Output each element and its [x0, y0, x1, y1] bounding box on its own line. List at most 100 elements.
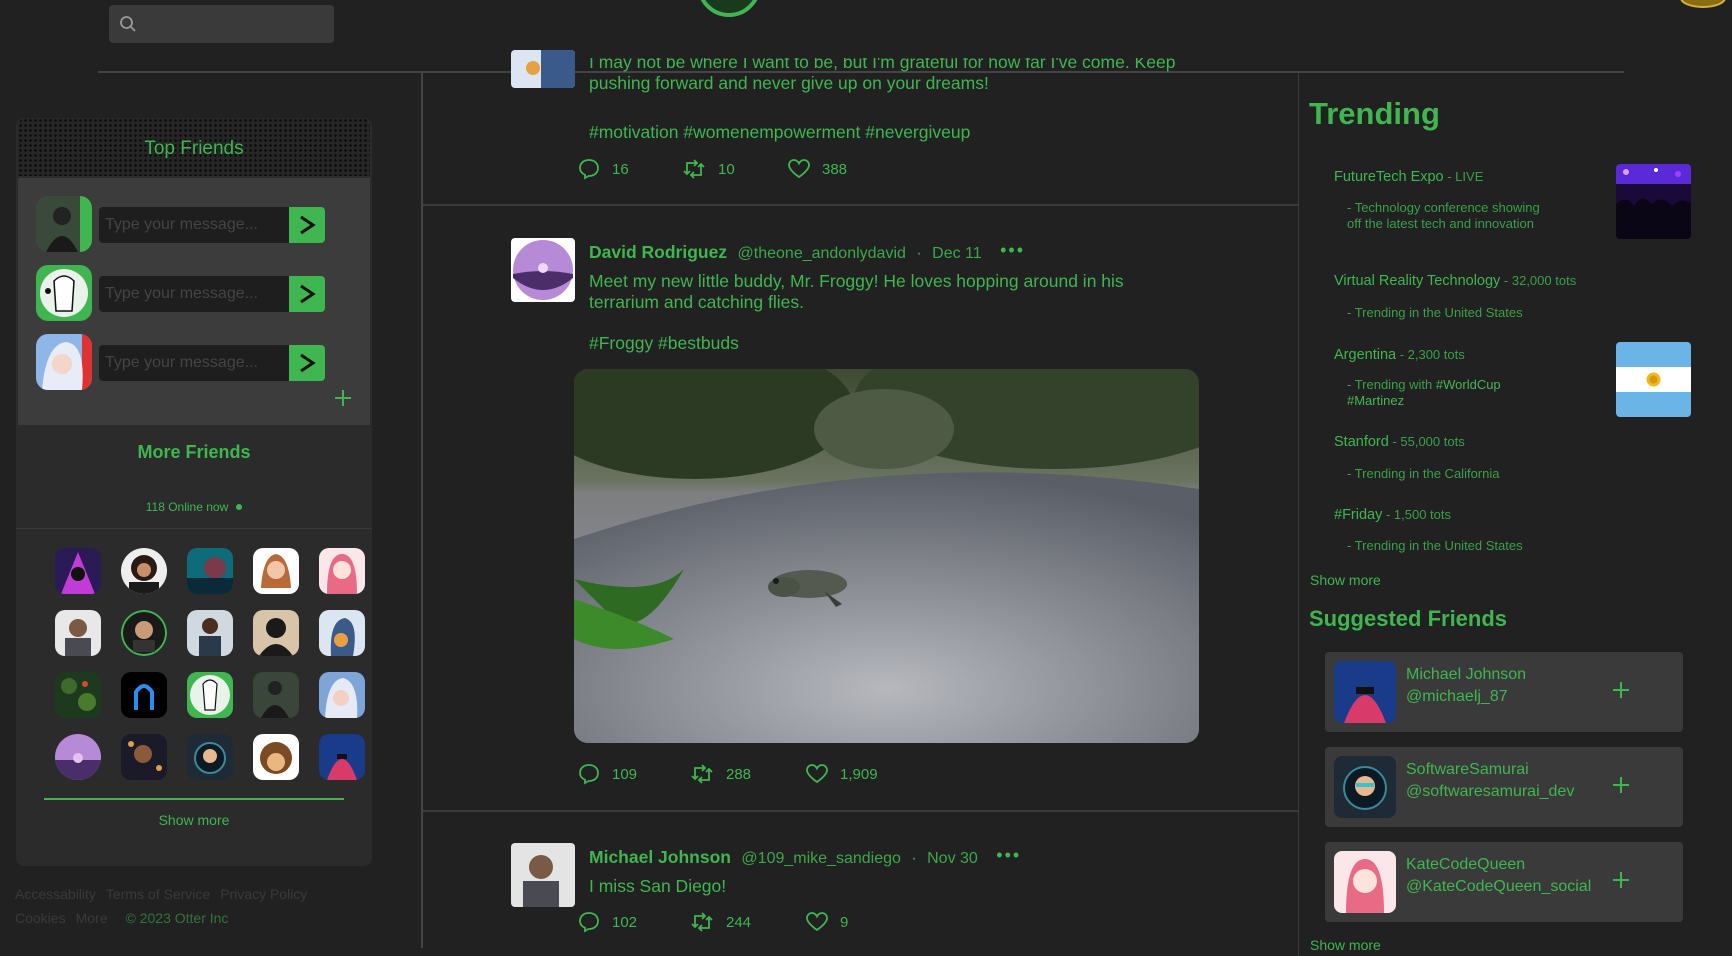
footer-link[interactable]: Accessability [15, 886, 96, 902]
frog-on-road-photo[interactable] [574, 369, 1199, 743]
trend-description: - Trending in the California [1347, 466, 1500, 481]
like-button[interactable]: 388 [788, 159, 847, 179]
heart-icon [788, 159, 810, 179]
add-friend-plus-icon[interactable] [1612, 871, 1630, 889]
post-author[interactable]: Michael Johnson [589, 847, 731, 867]
send-button[interactable] [289, 207, 325, 243]
comment-icon [579, 764, 599, 785]
suggested-friend-card: KateCodeQueen @KateCodeQueen_social [1325, 842, 1683, 922]
suggested-friend-name[interactable]: SoftwareSamurai @softwaresamurai_dev [1406, 759, 1574, 803]
friend-avatar[interactable] [1334, 756, 1396, 818]
friend-avatar[interactable] [187, 610, 233, 656]
retweet-icon [691, 912, 713, 932]
friend-avatar[interactable] [253, 610, 299, 656]
post-avatar[interactable] [511, 50, 575, 88]
show-more-trending-link[interactable]: Show more [1310, 572, 1381, 588]
trend-item-stanford[interactable]: Stanford - 55,000 tots [1334, 433, 1465, 450]
retweet-button[interactable]: 244 [690, 911, 806, 933]
message-input[interactable] [99, 345, 289, 381]
comment-button[interactable]: 102 [578, 911, 690, 933]
footer-link[interactable]: Terms of Service [106, 886, 210, 902]
search-icon [120, 16, 136, 32]
footer-link[interactable]: Cookies [15, 910, 66, 926]
footer-link[interactable]: More [76, 910, 108, 926]
more-options-icon[interactable]: ••• [996, 845, 1021, 866]
friend-avatar[interactable] [253, 548, 299, 594]
friend-avatar[interactable] [121, 548, 167, 594]
friend-avatar[interactable] [187, 734, 233, 780]
retweet-icon [691, 764, 713, 784]
friend-avatar[interactable] [1334, 661, 1396, 723]
more-options-icon[interactable]: ••• [1000, 240, 1025, 261]
post-text: I may not be where I want to be, but I'm… [589, 58, 1176, 93]
friend-avatar[interactable] [253, 734, 299, 780]
friend-avatar[interactable] [1334, 851, 1396, 913]
like-button[interactable]: 1,909 [806, 764, 878, 784]
friend-avatar[interactable] [121, 734, 167, 780]
post-avatar[interactable] [511, 843, 575, 907]
show-more-friends-link[interactable]: Show more [16, 812, 372, 828]
coins-icon[interactable] [1675, 0, 1727, 10]
post-hashtags[interactable]: #Froggy #bestbuds [589, 333, 739, 354]
show-more-suggested-link[interactable]: Show more [1310, 937, 1381, 953]
trend-description: - Trending in the United States [1347, 305, 1523, 320]
trend-item-vr[interactable]: Virtual Reality Technology - 32,000 tots [1334, 272, 1576, 289]
friend-avatar[interactable] [319, 734, 365, 780]
send-button[interactable] [289, 345, 325, 381]
comment-button[interactable]: 109 [578, 763, 690, 785]
friend-avatar[interactable] [55, 610, 101, 656]
friend-avatar[interactable] [55, 734, 101, 780]
otter-logo-icon[interactable] [697, 0, 761, 19]
message-input[interactable] [99, 207, 289, 243]
post-hashtags[interactable]: #motivation #womenempowerment #nevergive… [589, 122, 970, 143]
friend-avatar[interactable] [121, 672, 167, 718]
post-header: Michael Johnson @109_mike_sandiego · Nov… [589, 845, 1022, 867]
friends-panel: Top Friends Type your message... Type yo… [16, 118, 372, 866]
add-friend-plus-icon[interactable] [1612, 681, 1630, 699]
trend-description: - Technology conference showing off the … [1347, 200, 1540, 231]
top-friends-title: Top Friends [144, 138, 244, 159]
top-friends-list [18, 178, 370, 425]
add-friend-plus-icon[interactable] [1612, 776, 1630, 794]
retweet-button[interactable]: 10 [682, 158, 788, 180]
friend-avatar[interactable] [319, 610, 365, 656]
cartoon-woman-avatar[interactable] [36, 265, 92, 321]
divider [16, 528, 372, 529]
trend-item-argentina[interactable]: Argentina - 2,300 tots [1334, 346, 1465, 363]
trend-item-futuretech[interactable]: FutureTech Expo - LIVE [1334, 168, 1483, 185]
friend-avatar[interactable] [187, 548, 233, 594]
send-button[interactable] [289, 276, 325, 312]
post-actions: 109 288 1,909 [578, 763, 878, 785]
search-bar[interactable] [109, 5, 334, 43]
comment-button[interactable]: 16 [578, 158, 682, 180]
concert-crowd-image[interactable] [1616, 164, 1691, 239]
friend-avatar[interactable] [253, 672, 299, 718]
suggested-friend-name[interactable]: KateCodeQueen @KateCodeQueen_social [1406, 854, 1591, 898]
post-divider [423, 810, 1298, 812]
post-handle[interactable]: @theone_andonlydavid [738, 245, 906, 262]
post-handle[interactable]: @109_mike_sandiego [741, 850, 900, 867]
friend-avatar[interactable] [187, 672, 233, 718]
comment-icon [579, 159, 599, 180]
friend-avatar[interactable] [121, 610, 167, 656]
search-input[interactable] [145, 9, 325, 39]
post-author[interactable]: David Rodriguez [589, 242, 727, 262]
trend-item-friday[interactable]: #Friday - 1,500 tots [1334, 506, 1451, 523]
post-avatar[interactable] [511, 238, 575, 302]
message-input[interactable] [99, 276, 289, 312]
anime-girl-avatar[interactable] [36, 334, 92, 390]
suggested-friend-name[interactable]: Michael Johnson @michaelj_87 [1406, 664, 1526, 708]
friend-avatar[interactable] [55, 548, 101, 594]
like-button[interactable]: 9 [806, 912, 848, 932]
footer-link[interactable]: Privacy Policy [220, 886, 307, 902]
friend-avatar[interactable] [55, 672, 101, 718]
argentina-flag-image[interactable] [1616, 342, 1691, 417]
top-friend-row [36, 334, 336, 390]
more-friends-title: More Friends [137, 442, 251, 462]
add-friend-plus-icon[interactable] [333, 388, 353, 408]
feed-border [1298, 73, 1299, 956]
friend-avatar[interactable] [319, 548, 365, 594]
friend-avatar[interactable] [319, 672, 365, 718]
hooded-figure-avatar[interactable] [36, 196, 92, 252]
retweet-button[interactable]: 288 [690, 763, 806, 785]
